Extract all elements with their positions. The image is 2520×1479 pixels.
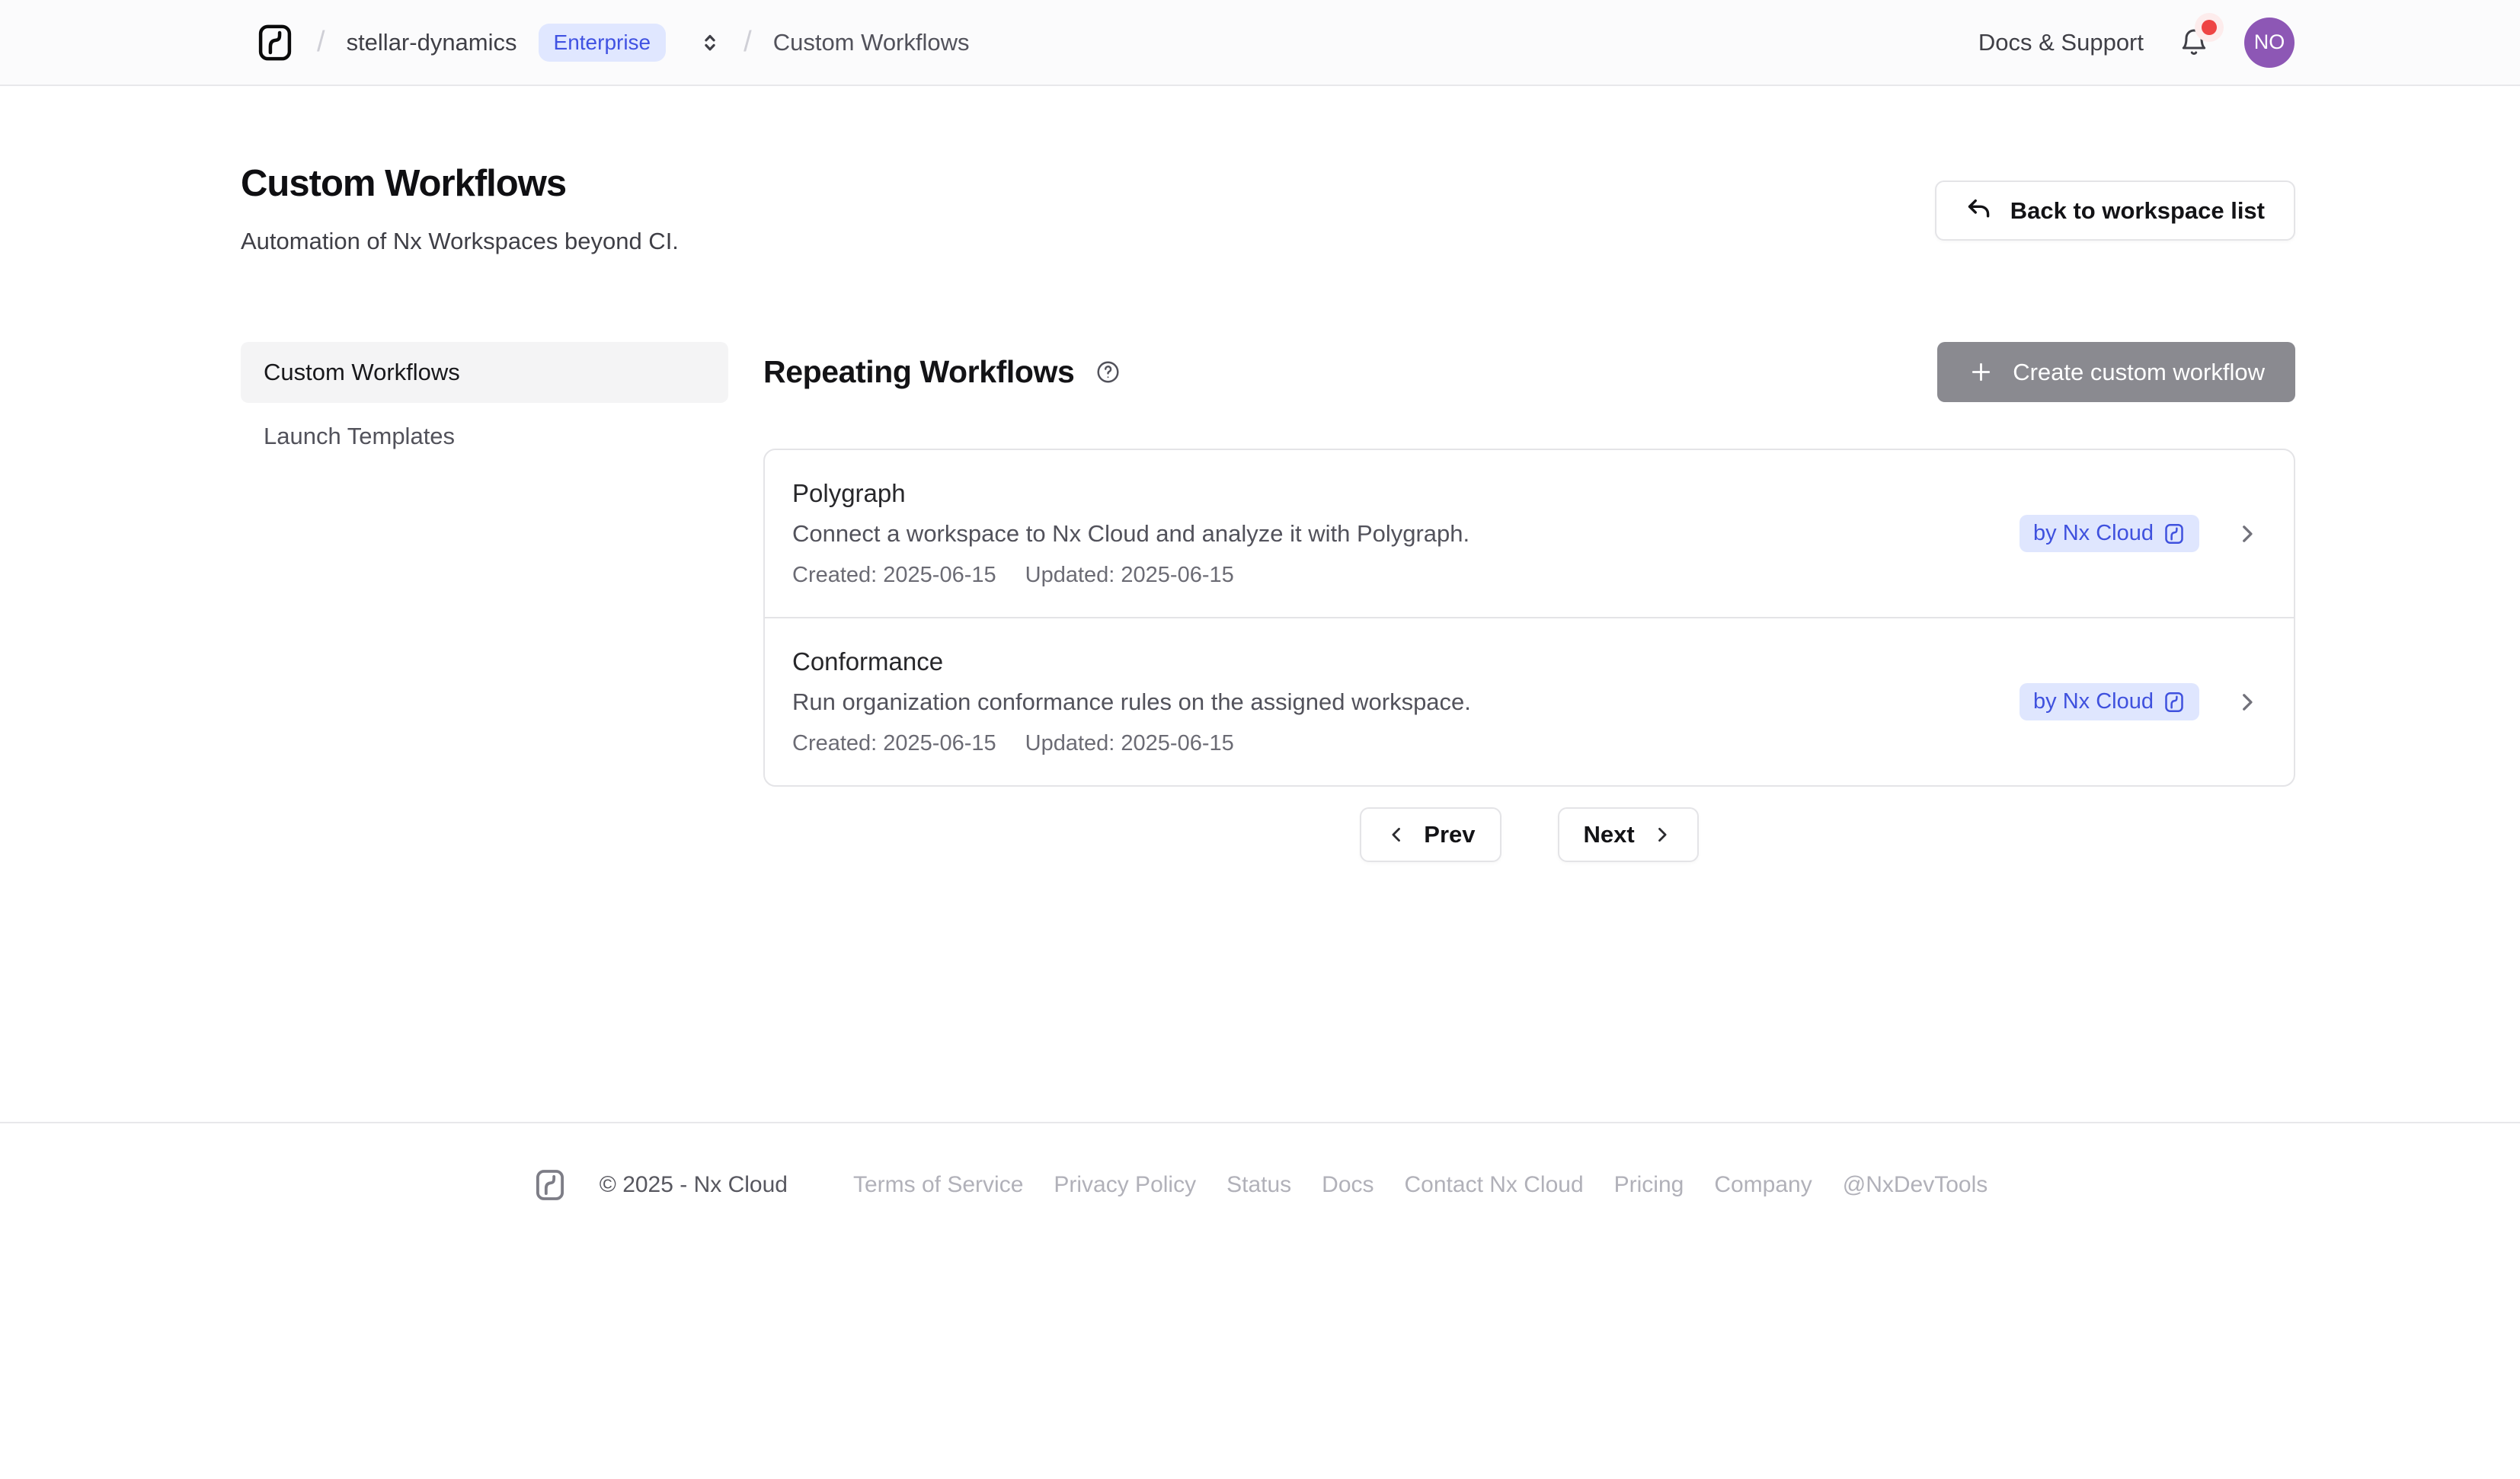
docs-support-link[interactable]: Docs & Support [1978, 29, 2144, 56]
create-button-label: Create custom workflow [2013, 359, 2265, 386]
by-nx-cloud-badge[interactable]: by Nx Cloud [2020, 683, 2199, 720]
breadcrumb-separator: / [744, 26, 752, 59]
workflow-info: Polygraph Connect a workspace to Nx Clou… [792, 479, 1469, 588]
footer-link-status[interactable]: Status [1226, 1172, 1291, 1198]
sidebar-item-launch-templates[interactable]: Launch Templates [241, 406, 728, 467]
panel-heading: Repeating Workflows [763, 354, 1121, 390]
back-button-label: Back to workspace list [2010, 197, 2265, 225]
section-sidebar: Custom Workflows Launch Templates [241, 342, 728, 862]
workflow-meta: Created: 2025-06-15 Updated: 2025-06-15 [792, 563, 1469, 588]
sidebar-item-label: Launch Templates [264, 423, 455, 450]
footer-link-terms[interactable]: Terms of Service [853, 1172, 1023, 1198]
workflow-name: Conformance [792, 647, 1471, 676]
chevron-right-icon [2234, 689, 2260, 715]
next-page-button[interactable]: Next [1558, 807, 1699, 862]
footer-content: © 2025 - Nx Cloud Terms of Service Priva… [0, 1166, 2520, 1204]
prev-page-button[interactable]: Prev [1360, 807, 1501, 862]
enterprise-plan-badge: Enterprise [539, 24, 667, 62]
page-header-text: Custom Workflows Automation of Nx Worksp… [241, 162, 679, 255]
sidebar-item-custom-workflows[interactable]: Custom Workflows [241, 342, 728, 403]
nx-logo-icon [2163, 690, 2186, 714]
badge-label: by Nx Cloud [2033, 689, 2154, 714]
main-content: Custom Workflows Automation of Nx Worksp… [241, 86, 2295, 862]
back-to-workspace-list-button[interactable]: Back to workspace list [1935, 180, 2295, 241]
workflow-row-actions: by Nx Cloud [2020, 515, 2260, 552]
panel-heading-row: Repeating Workflows Create custom workfl… [763, 342, 2295, 402]
user-avatar[interactable]: NO [2244, 18, 2295, 68]
section-heading: Repeating Workflows [763, 354, 1074, 390]
top-navigation: / stellar-dynamics Enterprise / Custom W… [0, 0, 2520, 86]
nav-actions: Docs & Support NO [1978, 18, 2295, 68]
footer-link-company[interactable]: Company [1714, 1172, 1812, 1198]
workflow-description: Connect a workspace to Nx Cloud and anal… [792, 520, 1469, 548]
workflows-panel: Repeating Workflows Create custom workfl… [763, 342, 2295, 862]
footer-link-privacy[interactable]: Privacy Policy [1054, 1172, 1196, 1198]
pagination: Prev Next [763, 807, 2295, 862]
workflows-section: Custom Workflows Launch Templates Repeat… [241, 342, 2295, 862]
chevron-left-icon [1386, 824, 1407, 845]
nx-logo-icon [532, 1166, 568, 1204]
chevron-right-icon [1652, 824, 1673, 845]
page-subtitle: Automation of Nx Workspaces beyond CI. [241, 228, 679, 255]
page-title: Custom Workflows [241, 162, 679, 205]
page-footer: © 2025 - Nx Cloud Terms of Service Priva… [0, 1122, 2520, 1204]
footer-links: Terms of Service Privacy Policy Status D… [853, 1172, 1988, 1198]
by-nx-cloud-badge[interactable]: by Nx Cloud [2020, 515, 2199, 552]
next-label: Next [1584, 821, 1635, 848]
nx-logo-icon[interactable] [254, 21, 296, 65]
footer-link-pricing[interactable]: Pricing [1614, 1172, 1684, 1198]
undo-arrow-icon [1965, 196, 1994, 225]
prev-label: Prev [1424, 821, 1475, 848]
footer-link-nxdevtools[interactable]: @NxDevTools [1843, 1172, 1988, 1198]
workflow-meta: Created: 2025-06-15 Updated: 2025-06-15 [792, 731, 1471, 756]
workflow-info: Conformance Run organization conformance… [792, 647, 1471, 756]
footer-link-docs[interactable]: Docs [1322, 1172, 1374, 1198]
workflow-row-polygraph[interactable]: Polygraph Connect a workspace to Nx Clou… [765, 450, 2294, 617]
workspace-switcher-unfold-icon[interactable] [698, 30, 722, 55]
help-question-icon[interactable] [1095, 359, 1121, 385]
workflow-created: Created: 2025-06-15 [792, 563, 996, 588]
workflow-description: Run organization conformance rules on th… [792, 688, 1471, 716]
breadcrumb-current-page[interactable]: Custom Workflows [773, 29, 970, 56]
breadcrumb-workspace-name[interactable]: stellar-dynamics [347, 29, 517, 56]
badge-label: by Nx Cloud [2033, 521, 2154, 546]
workflow-row-conformance[interactable]: Conformance Run organization conformance… [765, 617, 2294, 785]
workflow-created: Created: 2025-06-15 [792, 731, 996, 756]
workflow-updated: Updated: 2025-06-15 [1025, 563, 1234, 588]
plus-icon [1968, 359, 1994, 385]
workflow-row-actions: by Nx Cloud [2020, 683, 2260, 720]
breadcrumb: / stellar-dynamics Enterprise / Custom W… [254, 21, 970, 65]
breadcrumb-separator: / [317, 26, 325, 59]
sidebar-item-label: Custom Workflows [264, 359, 460, 386]
page-header: Custom Workflows Automation of Nx Worksp… [241, 86, 2295, 255]
notification-dot [2202, 20, 2217, 35]
chevron-right-icon [2234, 521, 2260, 547]
workflow-name: Polygraph [792, 479, 1469, 508]
nx-logo-icon [2163, 522, 2186, 546]
notifications-button[interactable] [2179, 26, 2209, 59]
workflows-list-card: Polygraph Connect a workspace to Nx Clou… [763, 449, 2295, 787]
copyright-text: © 2025 - Nx Cloud [600, 1172, 788, 1198]
footer-link-contact[interactable]: Contact Nx Cloud [1405, 1172, 1584, 1198]
create-custom-workflow-button[interactable]: Create custom workflow [1937, 342, 2295, 402]
workflow-updated: Updated: 2025-06-15 [1025, 731, 1234, 756]
